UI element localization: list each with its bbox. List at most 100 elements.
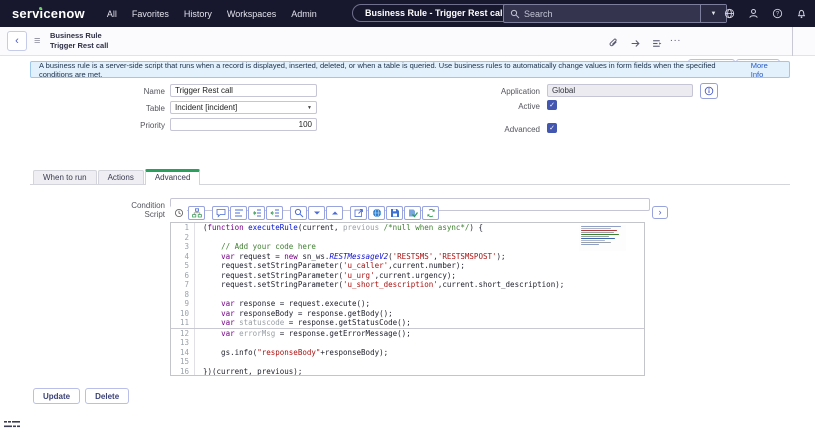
history-clock-icon[interactable]	[170, 206, 187, 220]
back-button[interactable]: ‹	[7, 31, 27, 51]
name-label: Name	[60, 87, 165, 96]
update-button-bottom[interactable]: Update	[33, 388, 80, 404]
nav-item-all[interactable]: All	[107, 9, 117, 19]
nav-item-favorites[interactable]: Favorites	[132, 9, 169, 19]
nav-item-history[interactable]: History	[184, 9, 212, 19]
chevron-down-icon: ▼	[307, 105, 312, 111]
code-line-12: 12 var errorMsg = response.getErrorMessa…	[171, 329, 644, 339]
code-line-4: 4 var request = new sn_ws.RESTMessageV2(…	[171, 252, 644, 262]
record-name: Trigger Rest call	[50, 41, 108, 51]
application-info-button[interactable]	[700, 83, 718, 99]
notifications-bell-icon[interactable]	[796, 8, 807, 19]
record-type: Business Rule	[50, 31, 108, 41]
fullscreen-icon[interactable]	[350, 206, 367, 220]
code-line-11: 11 var statuscode = response.getStatusCo…	[171, 318, 644, 329]
table-label: Table	[60, 104, 165, 113]
condition-label: Condition	[60, 201, 165, 210]
save-icon[interactable]	[386, 206, 403, 220]
application-value: Global	[552, 86, 575, 95]
table-select[interactable]: Incident [incident] ▼	[170, 101, 317, 114]
activity-stream-icon[interactable]	[652, 36, 663, 54]
nav-item-workspaces[interactable]: Workspaces	[227, 9, 276, 19]
active-checkbox[interactable]: ✓	[547, 100, 557, 110]
priority-input[interactable]	[170, 118, 317, 131]
code-line-5: 5 request.setStringParameter('u_caller',…	[171, 261, 644, 271]
info-banner-text: A business rule is a server-side script …	[39, 61, 748, 79]
help-icon[interactable]: ?	[772, 8, 783, 19]
tab-actions[interactable]: Actions	[98, 170, 144, 184]
record-header: ‹ ≡ Business Rule Trigger Rest call ... …	[0, 27, 815, 56]
script-editor[interactable]: 1(function executeRule(current, previous…	[170, 222, 645, 376]
more-info-link[interactable]: More Info	[751, 61, 781, 79]
check-syntax-icon[interactable]	[404, 206, 421, 220]
script-toolbar	[170, 205, 440, 220]
check-icon: ✓	[549, 101, 555, 109]
help-globe-icon[interactable]	[368, 206, 385, 220]
code-line-10: 10 var responseBody = response.getBody()…	[171, 309, 644, 319]
format-code-icon[interactable]	[230, 206, 247, 220]
footer-buttons: Update Delete	[33, 388, 129, 404]
code-line-6: 6 request.setStringParameter('u_urg',cur…	[171, 271, 644, 281]
context-pill-label: Business Rule - Trigger Rest call	[365, 8, 505, 18]
svg-text:?: ?	[776, 12, 780, 18]
tab-advanced[interactable]: Advanced	[145, 169, 201, 185]
code-line-14: 14 gs.info("responseBody"+responseBody);	[171, 348, 644, 358]
attachment-paperclip-icon[interactable]	[608, 36, 619, 54]
globe-icon[interactable]	[724, 8, 735, 19]
more-options-icon[interactable]: ...	[670, 33, 681, 44]
info-banner: A business rule is a server-side script …	[30, 61, 790, 78]
code-line-16: 16})(current, previous);	[171, 367, 644, 377]
outdent-icon[interactable]	[266, 206, 283, 220]
page: servicenow All Favorites History Workspaces…	[0, 0, 815, 435]
servicenow-logo[interactable]: servicenow	[12, 6, 85, 21]
find-next-icon[interactable]	[308, 206, 325, 220]
advanced-checkbox[interactable]: ✓	[547, 123, 557, 133]
tree-view-icon[interactable]	[188, 206, 205, 220]
comment-code-icon[interactable]	[212, 206, 229, 220]
code-line-13: 13	[171, 338, 644, 348]
code-line-7: 7 request.setStringParameter('u_short_de…	[171, 280, 644, 290]
user-icon[interactable]	[748, 8, 759, 19]
script-label: Script	[60, 210, 165, 219]
application-label: Application	[440, 87, 540, 96]
topnav-menu: All Favorites History Workspaces Admin	[107, 9, 317, 19]
priority-label: Priority	[60, 121, 165, 130]
global-search[interactable]: ▼	[503, 4, 727, 23]
code-line-1: 1(function executeRule(current, previous…	[171, 223, 644, 233]
indent-icon[interactable]	[248, 206, 265, 220]
find-previous-icon[interactable]	[326, 206, 343, 220]
tab-when-to-run[interactable]: When to run	[33, 170, 97, 184]
search-code-icon[interactable]	[290, 206, 307, 220]
check-icon: ✓	[549, 124, 555, 132]
minimap	[579, 225, 626, 251]
form-context-menu-icon[interactable]: ≡	[34, 35, 40, 47]
code-lines: 1(function executeRule(current, previous…	[171, 223, 644, 376]
search-scope-dropdown[interactable]: ▼	[700, 5, 726, 22]
chevron-left-icon: ‹	[15, 35, 19, 47]
search-icon	[510, 9, 520, 19]
search-input[interactable]	[524, 9, 700, 19]
share-arrow-icon[interactable]	[630, 36, 641, 54]
tab-strip: When to runActionsAdvanced	[30, 170, 790, 185]
response-time-toggle-icon[interactable]	[4, 418, 20, 435]
code-line-2: 2	[171, 233, 644, 243]
chevron-right-icon: ›	[659, 208, 662, 217]
code-line-8: 8	[171, 290, 644, 300]
topnav-icons: ?	[724, 0, 807, 27]
record-title: Business Rule Trigger Rest call	[50, 31, 108, 51]
toolbar-expand-button[interactable]: ›	[652, 206, 668, 219]
advanced-label: Advanced	[440, 125, 540, 134]
code-line-9: 9 var response = request.execute();	[171, 299, 644, 309]
code-line-3: 3 // Add your code here	[171, 242, 644, 252]
refresh-icon[interactable]	[422, 206, 439, 220]
table-select-value: Incident [incident]	[175, 103, 237, 112]
active-label: Active	[440, 102, 540, 111]
code-line-15: 15	[171, 357, 644, 367]
chevron-down-icon: ▼	[711, 11, 717, 17]
delete-button-bottom[interactable]: Delete	[85, 388, 129, 404]
top-nav: servicenow All Favorites History Workspaces…	[0, 0, 815, 27]
name-input[interactable]	[170, 84, 317, 97]
info-icon	[704, 86, 714, 96]
nav-item-admin[interactable]: Admin	[291, 9, 317, 19]
application-field: Global	[547, 84, 693, 97]
